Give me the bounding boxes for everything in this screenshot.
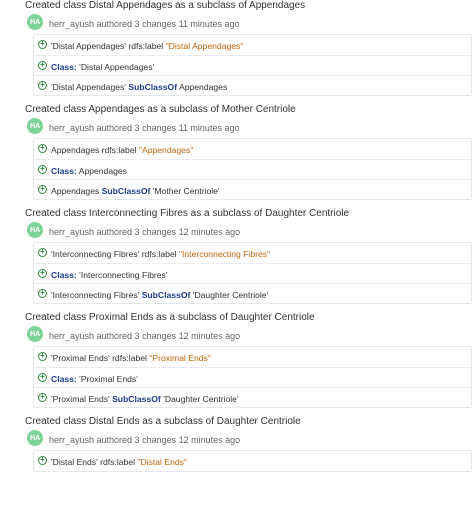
change-text: 'Interconnecting Fibres' SubClassOf 'Dau… — [51, 290, 268, 300]
change-text: 'Distal Ends' rdfs:label "Distal Ends" — [51, 457, 187, 467]
change-text: 'Distal Appendages' SubClassOf Appendage… — [51, 82, 227, 92]
avatar[interactable]: HA — [27, 222, 43, 238]
entry-title: Created class Distal Appendages as a sub… — [25, 0, 306, 11]
add-circle-icon: + — [38, 352, 47, 361]
change-row: + 'Interconnecting Fibres' SubClassOf 'Da… — [34, 283, 471, 304]
change-fragment: Appendages — [76, 166, 127, 176]
change-row: + Appendages SubClassOf 'Mother Centriole… — [34, 179, 471, 200]
entry-title: Created class Interconnecting Fibres as … — [25, 208, 350, 219]
change-row: + 'Proximal Ends' SubClassOf 'Daughter Ce… — [34, 387, 471, 408]
change-row: + Class: Appendages — [34, 159, 471, 180]
add-circle-icon: + — [38, 373, 47, 382]
add-circle-icon: + — [38, 144, 47, 153]
change-list: + 'Distal Ends' rdfs:label "Distal Ends" — [33, 450, 472, 472]
literal: "Distal Ends" — [137, 457, 187, 467]
change-text: 'Interconnecting Fibres' rdfs:label "Int… — [51, 249, 270, 259]
add-circle-icon: + — [38, 61, 47, 70]
change-fragment: 'Interconnecting Fibres' — [51, 290, 142, 300]
entry-meta: herr_ayush authored 3 changes 12 minutes… — [49, 435, 241, 445]
change-fragment: 'Interconnecting Fibres' — [76, 270, 168, 280]
change-fragment: 'Interconnecting Fibres' rdfs:label — [51, 249, 179, 259]
literal: "Distal Appendages" — [165, 41, 244, 51]
change-text: 'Distal Appendages' rdfs:label "Distal A… — [51, 41, 243, 51]
entry-title: Created class Appendages as a subclass o… — [25, 104, 296, 115]
change-row: + Class: 'Interconnecting Fibres' — [34, 263, 471, 284]
change-fragment: Appendages rdfs:label — [51, 145, 139, 155]
keyword: SubClassOf — [101, 186, 151, 196]
activity-entry: Created class Appendages as a subclass o… — [0, 104, 474, 208]
add-circle-icon: + — [38, 456, 47, 465]
change-text: Class: Appendages — [51, 166, 127, 176]
change-fragment: 'Distal Appendages' rdfs:label — [51, 41, 166, 51]
change-fragment: 'Mother Centriole' — [150, 186, 220, 196]
activity-entry: Created class Proximal Ends as a subclas… — [0, 312, 474, 416]
add-circle-icon: + — [38, 393, 47, 402]
keyword: Class: — [51, 62, 77, 72]
keyword: Class: — [51, 270, 77, 280]
change-text: Class: 'Proximal Ends' — [51, 374, 138, 384]
change-fragment: 'Daughter Centriole' — [190, 290, 269, 300]
change-row: + Class: 'Distal Appendages' — [34, 55, 471, 76]
change-text: Class: 'Interconnecting Fibres' — [51, 270, 168, 280]
change-text: Class: 'Distal Appendages' — [51, 62, 154, 72]
change-text: Appendages SubClassOf 'Mother Centriole' — [51, 186, 220, 196]
change-row: + 'Distal Appendages' SubClassOf Appendag… — [34, 75, 471, 96]
keyword: SubClassOf — [141, 290, 191, 300]
keyword: Class: — [51, 166, 77, 176]
add-circle-icon: + — [38, 165, 47, 174]
change-list: + 'Distal Appendages' rdfs:label "Distal … — [33, 34, 472, 96]
literal: "Appendages" — [138, 145, 194, 155]
add-circle-icon: + — [38, 289, 47, 298]
activity-entry: Created class Distal Ends as a subclass … — [0, 416, 474, 520]
avatar[interactable]: HA — [27, 430, 43, 446]
activity-entry: Created class Interconnecting Fibres as … — [0, 208, 474, 312]
change-fragment: 'Distal Appendages' — [76, 62, 155, 72]
change-list: + Appendages rdfs:label "Appendages" + Clas… — [33, 138, 472, 200]
avatar[interactable]: HA — [27, 14, 43, 30]
change-row: + Appendages rdfs:label "Appendages" — [34, 139, 471, 159]
activity-entry: Created class Distal Appendages as a sub… — [0, 0, 474, 104]
change-text: Appendages rdfs:label "Appendages" — [51, 145, 193, 155]
add-circle-icon: + — [38, 269, 47, 278]
change-fragment: 'Distal Appendages' — [51, 82, 129, 92]
add-circle-icon: + — [38, 81, 47, 90]
entry-meta: herr_ayush authored 3 changes 11 minutes… — [49, 123, 240, 133]
change-fragment: Appendages — [51, 186, 102, 196]
change-fragment: 'Proximal Ends' rdfs:label — [51, 353, 150, 363]
change-fragment: 'Daughter Centriole' — [160, 394, 239, 404]
literal: "Proximal Ends" — [149, 353, 211, 363]
add-circle-icon: + — [38, 185, 47, 194]
entry-title: Created class Proximal Ends as a subclas… — [25, 312, 315, 323]
change-fragment: 'Proximal Ends' — [51, 394, 113, 404]
keyword: SubClassOf — [128, 82, 178, 92]
change-text: 'Proximal Ends' SubClassOf 'Daughter Cen… — [51, 394, 239, 404]
change-row: + 'Distal Appendages' rdfs:label "Distal … — [34, 35, 471, 55]
change-row: + 'Proximal Ends' rdfs:label "Proximal En… — [34, 347, 471, 367]
add-circle-icon: + — [38, 248, 47, 257]
change-fragment: Appendages — [177, 82, 228, 92]
change-text: 'Proximal Ends' rdfs:label "Proximal End… — [51, 353, 211, 363]
change-row: + Class: 'Proximal Ends' — [34, 367, 471, 388]
entry-meta: herr_ayush authored 3 changes 12 minutes… — [49, 227, 241, 237]
avatar[interactable]: HA — [27, 326, 43, 342]
avatar[interactable]: HA — [27, 118, 43, 134]
change-list: + 'Proximal Ends' rdfs:label "Proximal En… — [33, 346, 472, 408]
add-circle-icon: + — [38, 40, 47, 49]
change-row: + 'Interconnecting Fibres' rdfs:label "In… — [34, 243, 471, 263]
entry-meta: herr_ayush authored 3 changes 12 minutes… — [49, 331, 241, 341]
literal: "Interconnecting Fibres" — [178, 249, 271, 259]
keyword: Class: — [51, 374, 77, 384]
change-fragment: 'Distal Ends' rdfs:label — [51, 457, 138, 467]
change-fragment: 'Proximal Ends' — [76, 374, 138, 384]
change-list: + 'Interconnecting Fibres' rdfs:label "In… — [33, 242, 472, 304]
keyword: SubClassOf — [112, 394, 161, 404]
change-row: + 'Distal Ends' rdfs:label "Distal Ends" — [34, 451, 471, 471]
entry-meta: herr_ayush authored 3 changes 11 minutes… — [49, 19, 240, 29]
entry-title: Created class Distal Ends as a subclass … — [25, 416, 301, 427]
